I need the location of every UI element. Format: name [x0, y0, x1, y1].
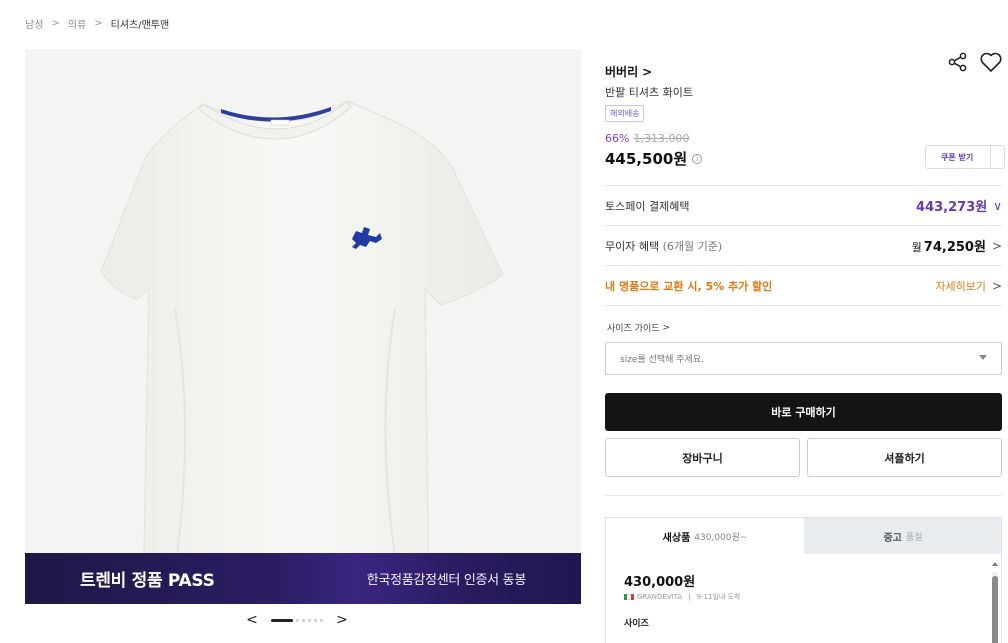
discount-row: 66% 1,313,000	[605, 132, 689, 145]
add-to-cart-button[interactable]: 장바구니	[605, 438, 800, 477]
carousel-indicator	[271, 618, 323, 622]
banner-pass-text: 트렌비 정품 PASS	[80, 571, 215, 591]
brand-link[interactable]: 버버리 >	[605, 63, 652, 80]
size-guide-label: 사이즈 가이드	[607, 324, 660, 334]
offer-price: 430,000원	[624, 575, 696, 590]
toss-benefit-row[interactable]: 토스페이 결제혜택 443,273원 ∨	[605, 185, 1002, 225]
installment-value-group: 월 74,250원 >	[912, 236, 1002, 256]
coupon-button[interactable]: 쿠폰 받기	[925, 145, 1005, 169]
seller-info: GRANDEVITA | 9-11일내 도착	[624, 592, 740, 602]
offer-size-label: 사이즈	[624, 619, 649, 629]
seller-name: GRANDEVITA	[637, 593, 683, 601]
carousel-dot[interactable]	[296, 618, 299, 622]
chevron-right-icon: >	[642, 64, 653, 79]
banner-certificate-text: 한국정품감정센터 인증서 동봉	[366, 573, 527, 588]
heart-icon[interactable]	[979, 51, 1003, 73]
trade-in-link[interactable]: 자세히보기 >	[935, 278, 1002, 294]
breadcrumb: 남성 > 의류 > 티셔츠/맨투맨	[25, 16, 169, 31]
breadcrumb-item-tshirts[interactable]: 티셔츠/맨투맨	[111, 16, 170, 31]
section-divider	[605, 495, 1002, 496]
caret-down-icon	[979, 355, 987, 360]
chevron-right-icon: >	[991, 278, 1002, 293]
download-icon	[990, 146, 1004, 168]
tab-new-product[interactable]: 새상품 430,000원~	[606, 518, 804, 554]
sale-price-value: 445,500원	[605, 150, 688, 168]
share-icon[interactable]	[947, 51, 969, 73]
size-guide-link[interactable]: 사이즈 가이드 >	[607, 321, 671, 335]
breadcrumb-item-men[interactable]: 남성	[25, 16, 43, 31]
scrollbar-thumb[interactable]	[992, 576, 998, 643]
chevron-right-icon: >	[991, 238, 1002, 253]
shuffle-button[interactable]: 셔플하기	[807, 438, 1002, 477]
product-image	[100, 100, 504, 604]
breadcrumb-separator-icon: >	[94, 18, 103, 29]
tab-new-label: 새상품	[662, 532, 691, 544]
buy-now-button[interactable]: 바로 구매하기	[605, 393, 1002, 431]
trade-in-label: 내 명품으로 교환 시, 5% 추가 할인	[605, 279, 773, 293]
discount-rate: 66%	[605, 132, 630, 145]
row-divider	[605, 305, 1002, 306]
size-select-placeholder: size를 선택해 주세요.	[620, 355, 704, 365]
tab-used-product[interactable]: 중고 품절	[804, 518, 1001, 554]
authenticity-banner: 트렌비 정품 PASS 한국정품감정센터 인증서 동봉	[25, 553, 581, 604]
tab-new-price: 430,000원~	[694, 532, 748, 543]
info-icon[interactable]: i	[692, 153, 703, 164]
carousel-controls: < >	[245, 612, 349, 628]
trade-in-link-label: 자세히보기	[935, 279, 986, 293]
chevron-right-icon: >	[662, 322, 671, 333]
carousel-dot[interactable]	[302, 618, 305, 622]
installment-label-group: 무이자 혜택 (6개월 기준)	[605, 238, 722, 254]
seller-separator: |	[688, 593, 691, 601]
italy-flag-icon	[624, 594, 634, 600]
installment-benefit-row[interactable]: 무이자 혜택 (6개월 기준) 월 74,250원 >	[605, 225, 1002, 265]
carousel-dot[interactable]	[314, 618, 317, 622]
product-image-gallery[interactable]: 트렌비 정품 PASS 한국정품감정센터 인증서 동봉	[25, 49, 581, 604]
carousel-dot[interactable]	[271, 618, 293, 622]
shipping-badge: 해외배송	[605, 105, 645, 122]
toss-benefit-label: 토스페이 결제혜택	[605, 199, 690, 213]
breadcrumb-item-clothing[interactable]: 의류	[68, 16, 86, 31]
size-select[interactable]: size를 선택해 주세요.	[605, 342, 1002, 375]
installment-price-group: 월 74,250원	[912, 236, 986, 255]
installment-label: 무이자 혜택	[605, 239, 660, 253]
chevron-right-icon[interactable]: >	[335, 612, 349, 628]
delivery-estimate: 9-11일내 도착	[696, 593, 741, 601]
trade-in-row[interactable]: 내 명품으로 교환 시, 5% 추가 할인 자세히보기 >	[605, 265, 1002, 305]
brand-name: 버버리	[605, 65, 639, 79]
original-price: 1,313,000	[633, 132, 690, 145]
installment-price: 74,250원	[923, 240, 986, 255]
tab-used-status: 품절	[905, 532, 923, 543]
toss-benefit-price: 443,273원	[916, 200, 988, 215]
installment-currency: 월	[911, 241, 922, 254]
carousel-dot[interactable]	[320, 618, 323, 622]
toss-benefit-value-group: 443,273원 ∨	[916, 196, 1002, 216]
product-name: 반팔 티셔츠 화이트	[605, 86, 693, 99]
sale-price: 445,500원 i	[605, 148, 703, 169]
tab-used-label: 중고	[883, 532, 902, 544]
scroll-up-icon[interactable]	[992, 562, 998, 566]
chevron-down-icon: ∨	[993, 198, 1002, 213]
breadcrumb-separator-icon: >	[51, 18, 60, 29]
carousel-dot[interactable]	[308, 618, 311, 622]
scrollbar[interactable]	[992, 572, 998, 643]
coupon-button-label: 쿠폰 받기	[941, 152, 974, 162]
offers-box: 새상품 430,000원~ 중고 품절 430,000원 GRANDEVITA …	[605, 517, 1002, 643]
chevron-left-icon[interactable]: <	[245, 612, 259, 628]
installment-label-sub: (6개월 기준)	[662, 239, 723, 253]
